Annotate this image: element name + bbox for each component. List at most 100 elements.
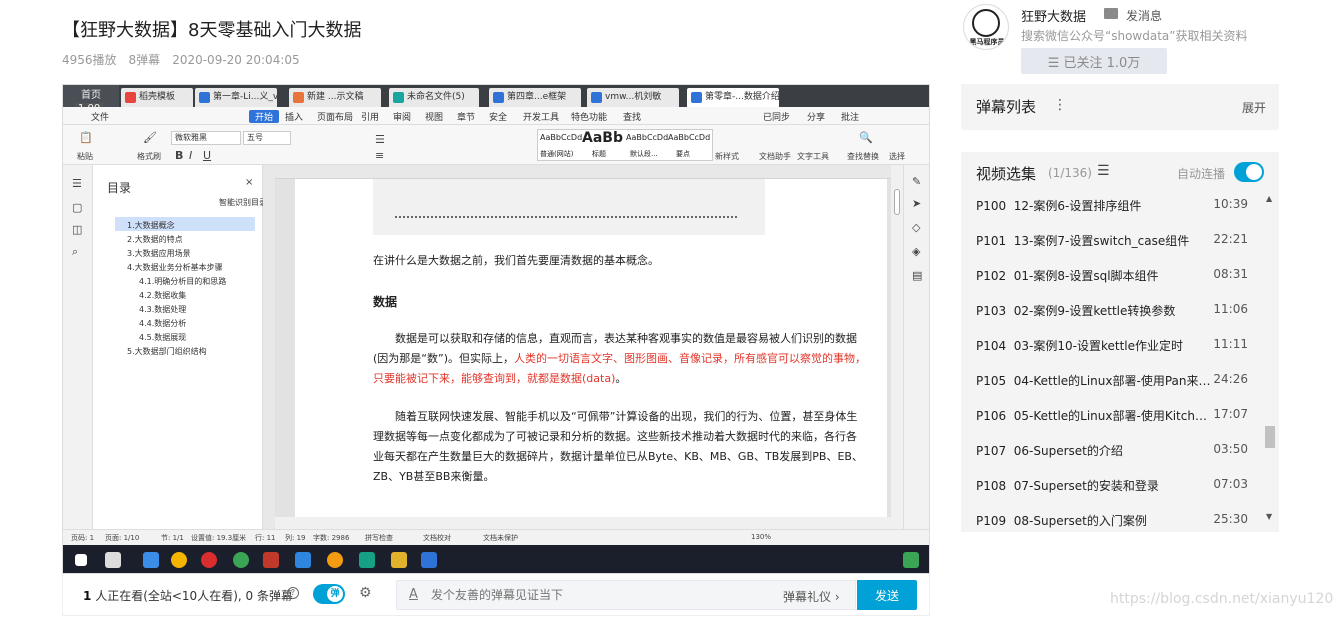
- doc-heading: 数据: [373, 295, 398, 309]
- episode-item[interactable]: P102 01-案例8-设置sql脚本组件 08:31: [961, 257, 1261, 292]
- app-icon: [327, 552, 343, 568]
- toc-item: 5.大数据部门组织结构: [127, 347, 207, 356]
- wps-doc-tab: 未命名文件(5): [389, 88, 479, 107]
- page-icon: ▢: [72, 201, 83, 214]
- episode-name: 03-案例10-设置kettle作业定时: [1013, 339, 1184, 353]
- scroll-down-icon[interactable]: ▼: [1266, 512, 1272, 521]
- danmaku-settings-icon[interactable]: ⚙: [359, 585, 379, 603]
- app-icon: [143, 552, 159, 568]
- mail-icon[interactable]: [1104, 8, 1118, 19]
- app-icon: [233, 552, 249, 568]
- avatar[interactable]: 黑马程序员: [963, 4, 1009, 50]
- toc-item: 2.大数据的特点: [127, 235, 183, 244]
- episode-title: P108 07-Superset的安装和登录: [976, 477, 1211, 494]
- episode-item[interactable]: P104 03-案例10-设置kettle作业定时 11:11: [961, 327, 1261, 362]
- tool-label: 格式刷: [137, 152, 161, 161]
- episode-scrollbar[interactable]: ▲ ▼: [1265, 194, 1275, 524]
- episode-title: P102 01-案例8-设置sql脚本组件: [976, 267, 1211, 284]
- episode-number: P109: [976, 514, 1007, 528]
- toc-item: 4.4.数据分析: [139, 319, 187, 328]
- episode-number: P103: [976, 304, 1007, 318]
- send-button[interactable]: 发送: [857, 580, 917, 610]
- wps-doc-tab: 第一章-Li...义_v1.0: [195, 88, 277, 107]
- shape-icon: ◇: [912, 221, 921, 234]
- toc-item: 4.大数据业务分析基本步骤: [127, 263, 223, 272]
- ribbon-item: 批注: [841, 113, 860, 123]
- status-item: 页面: 1/10: [105, 534, 140, 542]
- ribbon-item: 章节: [457, 113, 476, 123]
- tool-label: 选择: [889, 152, 905, 161]
- toc-item: 4.2.数据收集: [139, 291, 187, 300]
- episode-item[interactable]: P103 02-案例9-设置kettle转换参数 11:06: [961, 292, 1261, 327]
- app-icon: [359, 552, 375, 568]
- episode-name: 02-案例9-设置kettle转换参数: [1013, 304, 1176, 318]
- episode-number: P106: [976, 409, 1007, 423]
- scrollbar-thumb[interactable]: [1265, 426, 1275, 448]
- send-message-link[interactable]: 发消息: [1126, 7, 1162, 24]
- tool-label: 粘贴: [77, 152, 93, 161]
- status-item: 文档未保护: [483, 534, 518, 542]
- episode-duration: 11:06: [1213, 302, 1248, 316]
- episode-title: P104 03-案例10-设置kettle作业定时: [976, 337, 1211, 354]
- style-preview: AaBb: [582, 130, 623, 146]
- episode-item[interactable]: P107 06-Superset的介绍 03:50: [961, 432, 1261, 467]
- doc-horizontal-scrollbar: [275, 517, 891, 529]
- follow-button[interactable]: ☰ 已关注 1.0万: [1021, 48, 1167, 74]
- status-item: 节: 1/1: [161, 534, 184, 542]
- find-icon: 🔍: [859, 131, 873, 144]
- watermark: https://blog.csdn.net/xianyu120: [1110, 591, 1334, 607]
- danmaku-bar: 1 人正在看(全站<10人在看), 0 条弹幕 ? 弹 ⚙ A 弹幕礼仪 › 发…: [62, 574, 930, 616]
- video-player[interactable]: 首页 稻壳模板 第一章-Li...义_v1.0 新建 ...示文稿 未命名文件(…: [62, 84, 930, 574]
- italic-icon: I: [189, 149, 193, 162]
- bookmark-icon: ◫: [72, 223, 83, 236]
- episode-title: P109 08-Superset的入门案例: [976, 512, 1211, 529]
- episode-item[interactable]: P101 13-案例7-设置switch_case组件 22:21: [961, 222, 1261, 257]
- uploader-name[interactable]: 狂野大数据: [1021, 6, 1086, 25]
- status-item: 行: 11: [255, 534, 276, 542]
- danmaku-toggle[interactable]: 弹: [313, 584, 345, 604]
- tool-label: 文档助手: [759, 152, 791, 161]
- zoom-level: 130%: [751, 533, 772, 541]
- list-view-icon[interactable]: ☰: [1097, 163, 1110, 179]
- episode-item[interactable]: P109 08-Superset的入门案例 25:30: [961, 502, 1261, 537]
- wps-doc-tab: vmw...机刘敏: [587, 88, 679, 107]
- document-page: 在讲什么是大数据之前，我们首先要厘清数据的基本概念。 数据 数据是可以获取和存储…: [295, 179, 887, 529]
- windows-start-icon: [75, 554, 87, 566]
- danmaku-etiquette-link[interactable]: 弹幕礼仪 ›: [783, 588, 840, 605]
- doc-paragraph: 数据是可以获取和存储的信息，直观而言，表达某种客观事实的数值是最容易被人们识别的…: [373, 332, 866, 385]
- font-name-box: 微软雅黑: [171, 131, 241, 145]
- folder-icon: [391, 552, 407, 568]
- episode-number: P108: [976, 479, 1007, 493]
- publish-date: 2020-09-20 20:04:05: [172, 53, 300, 67]
- episode-item[interactable]: P106 05-Kettle的Linux部署-使用Kitchen... 17:07: [961, 397, 1261, 432]
- autoplay-toggle[interactable]: [1234, 162, 1264, 182]
- font-style-icon[interactable]: A: [409, 587, 418, 602]
- wps-tab-bar: 首页 稻壳模板 第一章-Li...义_v1.0 新建 ...示文稿 未命名文件(…: [63, 85, 929, 107]
- style-gallery: AaBbCcDd AaBb AaBbCcDd AaBbCcDd 普通(网站) 标…: [537, 129, 713, 161]
- cursor-icon: ➤: [912, 197, 922, 210]
- episode-item[interactable]: P100 12-案例6-设置排序组件 10:39: [961, 187, 1261, 222]
- episode-item[interactable]: P105 04-Kettle的Linux部署-使用Pan来执... 24:26: [961, 362, 1261, 397]
- wps-doc-tab-active: 第零章-...数据介绍: [687, 88, 779, 107]
- scroll-up-icon[interactable]: ▲: [1266, 194, 1272, 203]
- status-item: 文档校对: [423, 534, 451, 542]
- episode-number: P102: [976, 269, 1007, 283]
- autoplay-label: 自动连播: [1177, 167, 1226, 181]
- horizontal-ruler: [275, 165, 893, 179]
- document-image: [373, 179, 765, 235]
- ribbon-item: 特色功能: [571, 113, 608, 123]
- status-item: 拼写检查: [365, 534, 393, 542]
- tool-label: 新样式: [715, 152, 739, 161]
- episode-count: (1/136): [1048, 166, 1092, 180]
- help-icon[interactable]: ?: [287, 587, 299, 599]
- expand-button[interactable]: 展开: [1242, 99, 1266, 116]
- status-item: 列: 19: [285, 534, 306, 542]
- bold-icon: B: [175, 149, 184, 162]
- episode-number: P100: [976, 199, 1007, 213]
- document-area: 在讲什么是大数据之前，我们首先要厘清数据的基本概念。 数据 数据是可以获取和存储…: [275, 179, 893, 529]
- episode-item[interactable]: P108 07-Superset的安装和登录 07:03: [961, 467, 1261, 502]
- episode-title: P103 02-案例9-设置kettle转换参数: [976, 302, 1211, 319]
- danmaku-input[interactable]: [431, 585, 771, 605]
- more-icon[interactable]: ⋮: [1053, 97, 1067, 113]
- underline-icon: U: [203, 149, 212, 162]
